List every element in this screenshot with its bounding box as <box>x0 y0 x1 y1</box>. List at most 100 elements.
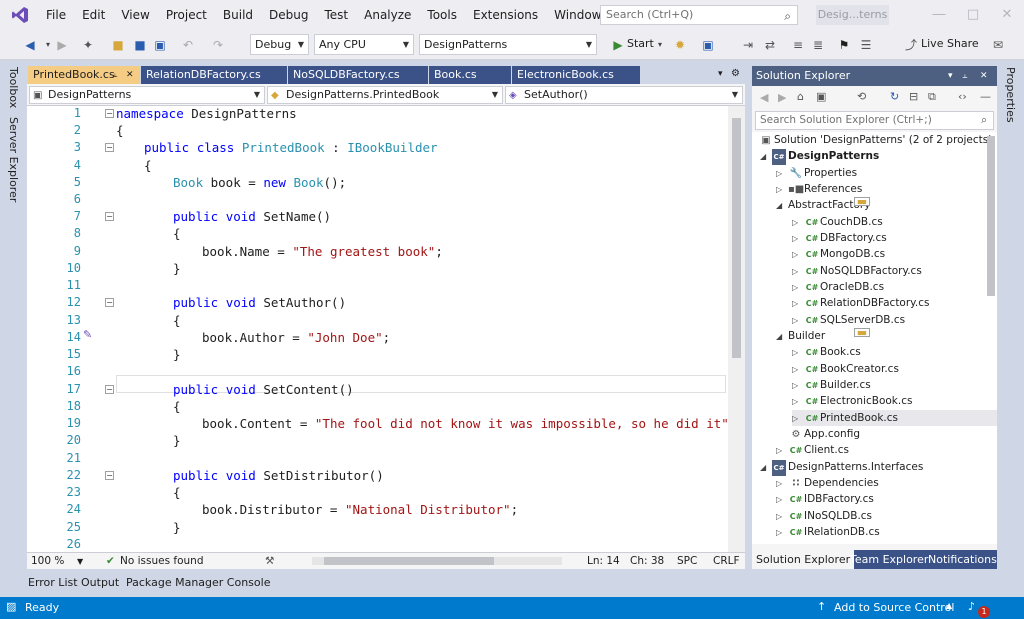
tree-item[interactable]: ▷ C# INoSQLDB.cs <box>776 508 872 524</box>
class-select[interactable]: ◆ DesignPatterns.PrintedBook ▼ <box>267 86 503 104</box>
redo-icon[interactable]: ↷ <box>210 37 226 53</box>
maximize-button[interactable]: □ <box>956 0 990 30</box>
pending-changes-icon[interactable]: ⟲ <box>857 90 866 103</box>
collapse-all-icon[interactable]: ⊟ <box>909 90 918 103</box>
start-button[interactable]: Start <box>627 37 654 50</box>
collapsed-icon[interactable]: ▷ <box>776 492 788 508</box>
collapse-icon[interactable]: − <box>105 385 114 394</box>
close-button[interactable]: ✕ <box>990 0 1024 30</box>
collapsed-icon[interactable]: ▷ <box>792 313 804 329</box>
hot-reload-icon[interactable]: ✹ <box>672 37 688 53</box>
notification-bell-icon[interactable]: ♪ <box>968 600 975 613</box>
tree-item[interactable]: ▷ C# Builder.cs <box>792 377 871 393</box>
collapsed-icon[interactable]: ▷ <box>792 264 804 280</box>
code-editor[interactable]: 1 2 3 4 5 6 7 8 9 10 11 12 13 14 15 16 1… <box>27 106 745 552</box>
collapsed-icon[interactable]: ▷ <box>792 231 804 247</box>
menu-analyze[interactable]: Analyze <box>356 0 419 30</box>
collapse-icon[interactable]: − <box>105 212 114 221</box>
forward-icon[interactable]: ▶ <box>54 37 70 53</box>
tab-output[interactable]: Output <box>81 576 119 589</box>
minimize-button[interactable]: ― <box>922 0 956 30</box>
tab-solution-explorer[interactable]: Solution Explorer <box>752 550 855 569</box>
menu-build[interactable]: Build <box>215 0 261 30</box>
tree-item-selected[interactable]: ▷ C# PrintedBook.cs <box>792 410 997 426</box>
feedback-icon[interactable]: ✉ <box>990 37 1006 53</box>
step-icon[interactable]: ⇥ <box>740 37 756 53</box>
chevron-up-icon[interactable]: ▲ <box>946 601 952 610</box>
forward-icon[interactable]: ▶ <box>778 91 786 104</box>
tab-electronicbook[interactable]: ElectronicBook.cs <box>512 66 640 84</box>
comment-icon[interactable]: ≡ <box>790 37 806 53</box>
search-input[interactable]: Search (Ctrl+Q) ⌕ <box>600 5 798 25</box>
menu-test[interactable]: Test <box>316 0 356 30</box>
scrollbar-thumb[interactable] <box>324 557 494 565</box>
sync-icon[interactable]: ↻ <box>890 90 899 103</box>
collapsed-icon[interactable]: ▷ <box>776 443 788 459</box>
collapsed-icon[interactable]: ▷ <box>776 166 788 182</box>
quick-actions-icon[interactable]: ✎ <box>83 328 92 341</box>
menu-tools[interactable]: Tools <box>419 0 465 30</box>
collapse-icon[interactable]: − <box>105 471 114 480</box>
home-icon[interactable]: ⌂ <box>797 90 804 103</box>
horizontal-scrollbar[interactable] <box>312 557 562 565</box>
collapsed-icon[interactable]: ▷ <box>792 280 804 296</box>
close-icon[interactable]: ✕ <box>126 66 134 84</box>
back-icon[interactable]: ◀ <box>22 37 38 53</box>
scrollbar-thumb[interactable] <box>732 118 741 358</box>
switch-views-icon[interactable]: ▣ <box>816 90 826 103</box>
tree-item[interactable]: ▷ C# Book.cs <box>792 344 861 360</box>
browser-link-icon[interactable]: ▣ <box>700 37 716 53</box>
expanded-icon[interactable]: ◢ <box>776 329 788 345</box>
issues-status[interactable]: No issues found <box>120 555 204 567</box>
tree-item-project[interactable]: ◢ C# DesignPatterns <box>760 148 879 165</box>
start-icon[interactable]: ▶ <box>610 37 626 53</box>
toggle-icon[interactable]: ⇄ <box>762 37 778 53</box>
collapsed-icon[interactable]: ▷ <box>792 215 804 231</box>
tree-item[interactable]: ▷ C# Client.cs <box>776 442 849 458</box>
solution-search-input[interactable]: Search Solution Explorer (Ctrl+;) ⌕ <box>755 111 994 130</box>
collapsed-icon[interactable]: ▷ <box>792 411 804 427</box>
tab-team-explorer[interactable]: Team Explorer <box>846 550 932 569</box>
tab-printedbook[interactable]: PrintedBook.cs ⫠ ✕ <box>28 66 140 86</box>
tree-item[interactable]: ▷ C# ElectronicBook.cs <box>792 393 912 409</box>
pin-icon[interactable]: ⫠ <box>112 66 117 84</box>
panel-menu-icon[interactable]: ▾ <box>948 66 953 86</box>
properties-icon[interactable]: — <box>980 90 991 103</box>
menu-extensions[interactable]: Extensions <box>465 0 546 30</box>
tree-item[interactable]: ▷ C# SQLServerDB.cs <box>792 312 905 328</box>
collapsed-icon[interactable]: ▷ <box>792 345 804 361</box>
tree-item[interactable]: ▷ C# RelationDBFactory.cs <box>792 295 929 311</box>
tree-item-solution[interactable]: ▣ Solution 'DesignPatterns' (2 of 2 proje… <box>758 132 992 148</box>
collapsed-icon[interactable]: ▷ <box>792 394 804 410</box>
tree-item[interactable]: ◢ ▬ AbstractFactory <box>776 196 870 213</box>
project-select[interactable]: ▣ DesignPatterns ▼ <box>29 86 265 104</box>
back-icon[interactable]: ◀ <box>760 91 768 104</box>
collapse-icon[interactable]: − <box>105 109 114 118</box>
menu-file[interactable]: File <box>38 0 74 30</box>
server-explorer-tab[interactable]: Server Explorer <box>7 117 20 202</box>
menu-edit[interactable]: Edit <box>74 0 113 30</box>
tree-item[interactable]: ⚙ App.config <box>788 426 860 442</box>
tree-item[interactable]: ▷ C# IDBFactory.cs <box>776 491 874 507</box>
tree-item[interactable]: ▷ C# DBFactory.cs <box>792 230 887 246</box>
show-all-files-icon[interactable]: ⧉ <box>928 90 936 104</box>
collapsed-icon[interactable]: ▷ <box>792 362 804 378</box>
tree-item[interactable]: ▷ C# OracleDB.cs <box>792 279 884 295</box>
close-icon[interactable]: ✕ <box>980 66 988 86</box>
tree-item[interactable]: ▷ C# IRelationDB.cs <box>776 524 880 540</box>
code-view-icon[interactable]: ‹› <box>958 90 967 103</box>
add-source-control-button[interactable]: Add to Source Control <box>834 601 954 614</box>
zoom-select[interactable]: 100 % <box>31 555 64 567</box>
tab-book[interactable]: Book.cs <box>429 66 511 84</box>
tree-item[interactable]: ▷ C# CouchDB.cs <box>792 214 883 230</box>
pin-icon[interactable]: ⫠ <box>962 66 967 86</box>
collapse-icon[interactable]: − <box>105 143 114 152</box>
startup-project-select[interactable]: DesignPatterns ▼ <box>419 34 597 55</box>
toolbox-tab[interactable]: Toolbox <box>7 67 20 108</box>
member-select[interactable]: ◈ SetAuthor() ▼ <box>505 86 743 104</box>
tree-item[interactable]: ▷ ∷ Dependencies <box>776 475 879 491</box>
tab-error-list[interactable]: Error List <box>28 576 78 589</box>
bookmark-icon[interactable]: ⚑ <box>836 37 852 53</box>
tree-item[interactable]: ◢ ▬ Builder <box>776 327 870 345</box>
collapsed-icon[interactable]: ▷ <box>792 247 804 263</box>
